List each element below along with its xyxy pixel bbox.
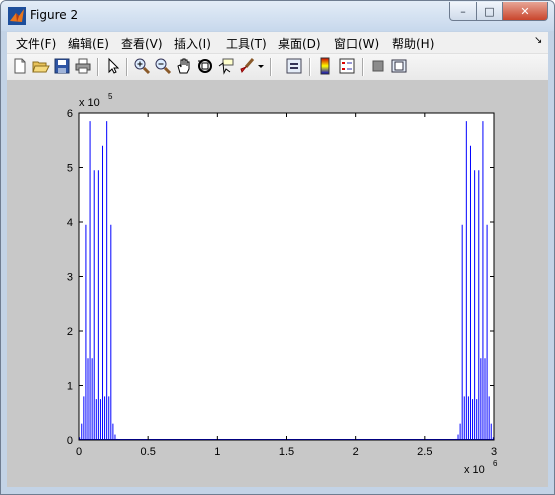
show-plot-tools-icon[interactable]: [390, 57, 408, 75]
figure-canvas: 0 0.5 1 1.5 2 2.5 3 0 1 2 3 4 5 6 x 10 5 x 10 6: [7, 81, 548, 487]
menu-view[interactable]: 查看(V): [121, 35, 163, 52]
x-tick-label: 3: [491, 446, 497, 458]
insert-colorbar-icon[interactable]: [316, 57, 334, 75]
menu-tools[interactable]: 工具(T): [226, 35, 267, 52]
zoom-in-icon[interactable]: [133, 57, 151, 75]
menu-file[interactable]: 文件(F): [16, 35, 56, 52]
y-tick-label: 6: [67, 108, 73, 120]
save-icon[interactable]: [53, 57, 71, 75]
toolbar-separator: [270, 58, 272, 76]
menu-bar: 文件(F) 编辑(E) 查看(V) 插入(I) 工具(T) 桌面(D) 窗口(W…: [7, 32, 548, 54]
spectrum-plot[interactable]: 0 0.5 1 1.5 2 2.5 3 0 1 2 3 4 5 6 x 10 5 x 10 6: [7, 81, 548, 487]
x-exponent: 6: [493, 459, 498, 468]
x-tick-label: 1.5: [279, 446, 294, 458]
toolbar-separator: [126, 58, 128, 76]
menu-desktop[interactable]: 桌面(D): [278, 35, 321, 52]
figure-window: Figure 2 – □ ✕ 文件(F) 编辑(E) 查看(V) 插入(I) 工…: [0, 0, 555, 495]
toolbar-separator: [309, 58, 311, 76]
x-tick-label: 0.5: [141, 446, 156, 458]
y-tick-label: 4: [67, 217, 73, 229]
y-tick-label: 2: [67, 326, 73, 338]
insert-legend-icon[interactable]: [338, 57, 356, 75]
x-tick-label: 1: [214, 446, 220, 458]
x-tick-label: 2: [353, 446, 359, 458]
toolbar-separator: [362, 58, 364, 76]
pan-icon[interactable]: [175, 57, 193, 75]
brush-icon[interactable]: [238, 57, 256, 75]
brush-dropdown-icon[interactable]: [256, 57, 266, 75]
dock-arrow-icon[interactable]: ↘: [534, 35, 542, 46]
x-tick-label: 0: [76, 446, 82, 458]
zoom-out-icon[interactable]: [154, 57, 172, 75]
open-file-icon[interactable]: [32, 57, 50, 75]
y-exponent: 5: [108, 92, 113, 101]
close-button[interactable]: ✕: [502, 2, 548, 21]
maximize-button[interactable]: □: [476, 2, 503, 21]
rotate-3d-icon[interactable]: [196, 57, 214, 75]
edit-pointer-icon[interactable]: [104, 57, 122, 75]
y-tick-label: 1: [67, 381, 73, 393]
menu-window[interactable]: 窗口(W): [334, 35, 379, 52]
hide-plot-tools-icon[interactable]: [369, 57, 387, 75]
matlab-logo-icon: [8, 7, 26, 25]
plot-area: [79, 113, 494, 440]
menu-insert[interactable]: 插入(I): [174, 35, 211, 52]
data-cursor-icon[interactable]: [217, 57, 235, 75]
x-tick-label: 2.5: [417, 446, 432, 458]
title-bar[interactable]: Figure 2 – □ ✕: [1, 1, 554, 31]
window-title: Figure 2: [30, 8, 79, 22]
print-icon[interactable]: [74, 57, 92, 75]
menu-help[interactable]: 帮助(H): [392, 35, 434, 52]
y-tick-label: 0: [67, 435, 73, 447]
link-plot-icon[interactable]: [285, 57, 303, 75]
x-exponent-label: x 10: [464, 464, 485, 476]
y-tick-label: 5: [67, 163, 73, 175]
minimize-button[interactable]: –: [449, 2, 477, 21]
figure-toolbar: [7, 54, 548, 81]
y-tick-label: 3: [67, 272, 73, 284]
toolbar-separator: [97, 58, 99, 76]
y-exponent-label: x 10: [79, 97, 100, 109]
menu-edit[interactable]: 编辑(E): [68, 35, 109, 52]
new-figure-icon[interactable]: [11, 57, 29, 75]
